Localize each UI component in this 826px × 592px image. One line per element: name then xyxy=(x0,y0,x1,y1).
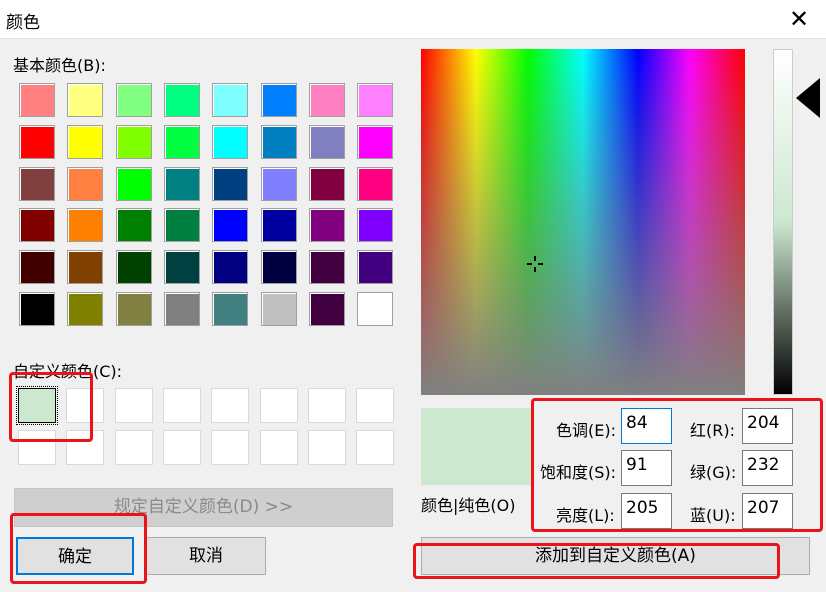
basic-color-swatch[interactable] xyxy=(212,83,249,117)
basic-color-swatch[interactable] xyxy=(308,250,345,285)
window-title: 颜色 xyxy=(6,13,40,33)
basic-color-swatch[interactable] xyxy=(67,83,104,117)
basic-colors-label: 基本颜色(B): xyxy=(13,56,106,75)
custom-colors-label: 自定义颜色(C): xyxy=(13,362,123,381)
custom-color-swatch[interactable] xyxy=(356,430,395,465)
basic-color-swatch[interactable] xyxy=(19,208,55,243)
custom-color-swatch[interactable] xyxy=(259,388,298,423)
basic-color-swatch[interactable] xyxy=(163,292,200,326)
basic-color-swatch[interactable] xyxy=(163,166,200,201)
basic-color-swatch[interactable] xyxy=(308,166,345,201)
custom-color-swatch[interactable] xyxy=(66,388,105,423)
basic-color-swatch[interactable] xyxy=(115,250,152,285)
ok-button[interactable]: 确定 xyxy=(16,537,134,575)
basic-color-swatch[interactable] xyxy=(357,208,394,243)
basic-color-swatch[interactable] xyxy=(67,292,104,326)
basic-color-swatch[interactable] xyxy=(212,124,249,159)
basic-color-swatch[interactable] xyxy=(357,166,394,201)
basic-color-swatch[interactable] xyxy=(19,83,55,117)
custom-color-swatch[interactable] xyxy=(66,430,105,465)
custom-color-swatch[interactable] xyxy=(259,430,298,465)
custom-color-swatch[interactable] xyxy=(114,430,153,465)
hue-field[interactable]: 84 xyxy=(621,408,672,444)
basic-color-swatch[interactable] xyxy=(260,250,297,285)
custom-color-swatch[interactable] xyxy=(307,430,346,465)
basic-color-swatch[interactable] xyxy=(308,208,345,243)
title-bar xyxy=(0,0,826,39)
color-spectrum[interactable] xyxy=(421,49,745,395)
custom-color-swatch[interactable] xyxy=(162,388,201,423)
basic-color-swatch[interactable] xyxy=(115,166,152,201)
basic-color-swatch[interactable] xyxy=(163,124,200,159)
red-field[interactable]: 204 xyxy=(742,408,793,444)
basic-color-swatch[interactable] xyxy=(212,166,249,201)
basic-color-swatch[interactable] xyxy=(67,208,104,243)
close-icon[interactable]: ✕ xyxy=(786,6,812,32)
custom-color-swatch[interactable] xyxy=(307,388,346,423)
basic-color-swatch[interactable] xyxy=(260,208,297,243)
basic-color-swatch[interactable] xyxy=(357,124,394,159)
basic-color-swatch[interactable] xyxy=(260,166,297,201)
custom-color-swatch[interactable] xyxy=(16,386,58,425)
basic-color-swatch[interactable] xyxy=(260,292,297,326)
basic-color-swatch[interactable] xyxy=(308,292,345,326)
basic-color-swatch[interactable] xyxy=(115,292,152,326)
luminance-label: 亮度(L): xyxy=(556,506,615,525)
blue-label: 蓝(U): xyxy=(690,506,736,525)
basic-color-swatch[interactable] xyxy=(67,166,104,201)
blue-field[interactable]: 207 xyxy=(742,493,793,529)
add-to-custom-colors-button[interactable]: 添加到自定义颜色(A) xyxy=(421,537,810,575)
basic-color-swatch[interactable] xyxy=(212,250,249,285)
basic-color-swatch[interactable] xyxy=(357,83,394,117)
basic-color-swatch[interactable] xyxy=(67,250,104,285)
basic-color-swatch[interactable] xyxy=(357,292,394,326)
basic-color-swatch[interactable] xyxy=(115,208,152,243)
basic-color-swatch[interactable] xyxy=(308,83,345,117)
crosshair-icon xyxy=(527,256,543,272)
custom-color-swatch[interactable] xyxy=(211,430,250,465)
basic-color-swatch[interactable] xyxy=(19,292,55,326)
saturation-field[interactable]: 91 xyxy=(621,450,672,486)
green-field[interactable]: 232 xyxy=(742,450,793,486)
saturation-label: 饱和度(S): xyxy=(540,463,617,482)
luminance-slider[interactable] xyxy=(773,49,793,395)
basic-color-swatch[interactable] xyxy=(260,124,297,159)
custom-color-swatch[interactable] xyxy=(114,388,153,423)
basic-color-swatch[interactable] xyxy=(212,292,249,326)
basic-color-swatch[interactable] xyxy=(19,124,55,159)
define-custom-colors-button[interactable]: 规定自定义颜色(D) >> xyxy=(14,488,393,527)
basic-color-swatch[interactable] xyxy=(19,166,55,201)
red-label: 红(R): xyxy=(690,421,735,440)
basic-color-swatch[interactable] xyxy=(163,83,200,117)
basic-color-swatch[interactable] xyxy=(163,250,200,285)
custom-color-swatch[interactable] xyxy=(18,430,56,465)
basic-color-swatch[interactable] xyxy=(67,124,104,159)
basic-color-swatch[interactable] xyxy=(212,208,249,243)
basic-color-swatch[interactable] xyxy=(260,83,297,117)
custom-color-swatch[interactable] xyxy=(162,430,201,465)
basic-color-swatch[interactable] xyxy=(308,124,345,159)
custom-color-swatch[interactable] xyxy=(211,388,250,423)
cancel-button[interactable]: 取消 xyxy=(146,537,266,575)
luminance-field[interactable]: 205 xyxy=(621,493,672,529)
hue-label: 色调(E): xyxy=(556,421,616,440)
basic-color-swatch[interactable] xyxy=(19,250,55,285)
color-preview xyxy=(421,408,531,485)
basic-color-swatch[interactable] xyxy=(115,83,152,117)
basic-color-swatch[interactable] xyxy=(357,250,394,285)
luminance-arrow-icon[interactable] xyxy=(796,78,820,118)
custom-color-swatch[interactable] xyxy=(356,388,395,423)
basic-color-swatch[interactable] xyxy=(115,124,152,159)
basic-color-swatch[interactable] xyxy=(163,208,200,243)
green-label: 绿(G): xyxy=(690,463,737,482)
color-solid-label[interactable]: 颜色|纯色(O) xyxy=(421,492,515,516)
